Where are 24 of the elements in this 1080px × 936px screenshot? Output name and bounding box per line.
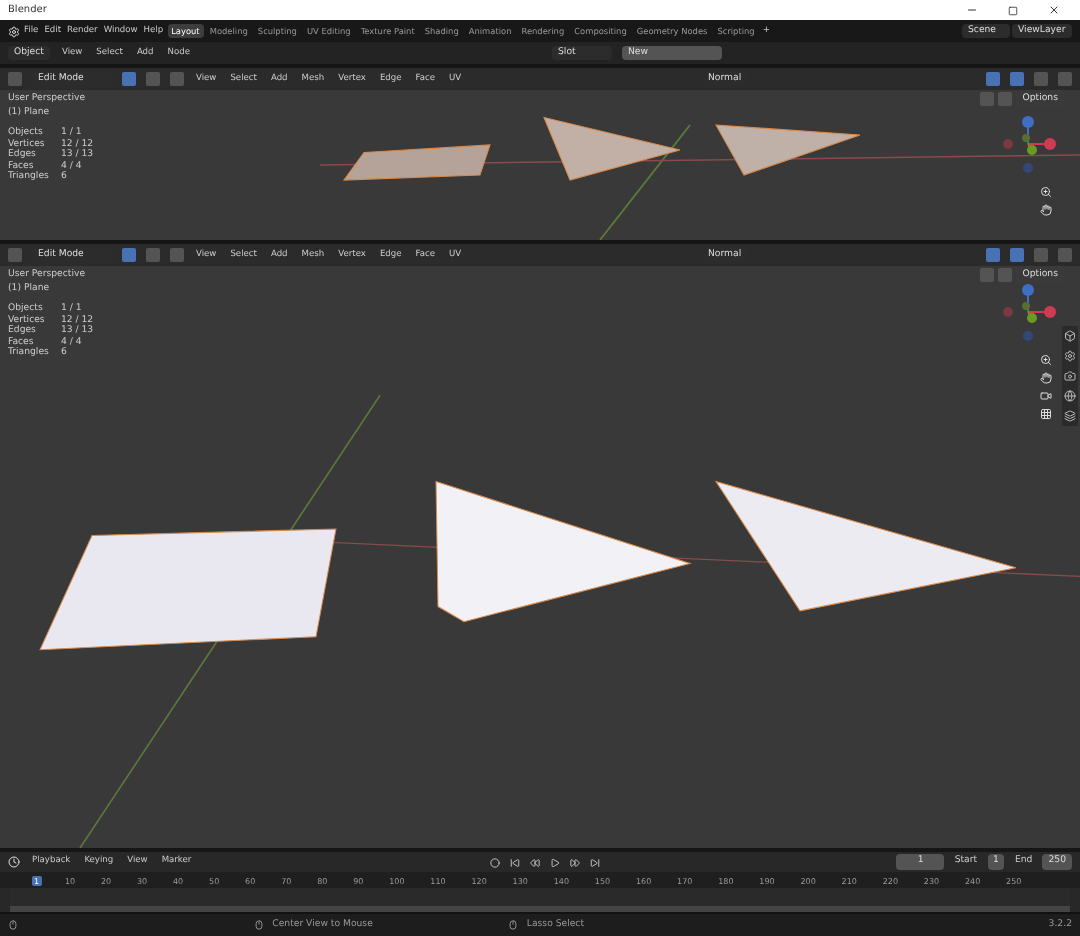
play-icon[interactable] (550, 857, 560, 867)
globe-icon[interactable] (1064, 390, 1076, 402)
cube-icon[interactable] (1064, 330, 1076, 342)
record-icon[interactable] (490, 857, 500, 867)
settings-icon[interactable] (1064, 350, 1076, 362)
hand-icon[interactable] (1040, 204, 1052, 216)
jump-end-icon[interactable] (590, 857, 600, 867)
maximize-icon[interactable] (1008, 5, 1018, 15)
rewind-icon[interactable] (530, 857, 540, 867)
mouse-icon (254, 920, 265, 930)
layers-icon[interactable] (1064, 410, 1076, 422)
zoom-icon[interactable] (1040, 186, 1052, 198)
clock-icon[interactable] (8, 856, 20, 868)
fast-forward-icon[interactable] (570, 857, 580, 867)
zoom-icon[interactable] (1040, 354, 1052, 366)
camera-icon[interactable] (1064, 370, 1076, 382)
mouse-icon (8, 920, 18, 930)
hand-icon[interactable] (1040, 372, 1052, 384)
camera-icon[interactable] (1040, 390, 1052, 402)
mouse-icon (508, 920, 519, 930)
grid-icon[interactable] (1040, 408, 1052, 420)
close-icon[interactable] (1048, 4, 1060, 16)
jump-start-icon[interactable] (510, 857, 520, 867)
minimize-icon[interactable] (966, 4, 978, 16)
